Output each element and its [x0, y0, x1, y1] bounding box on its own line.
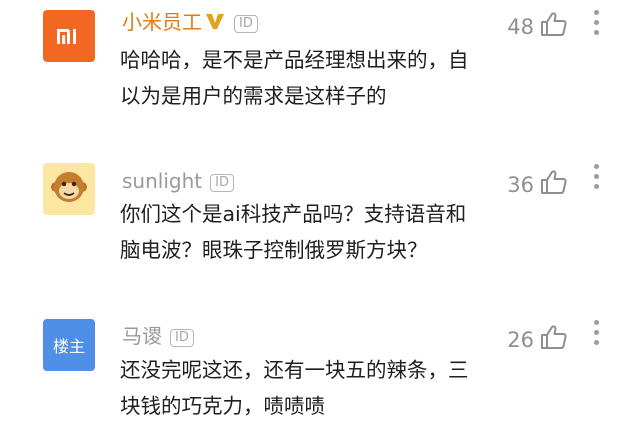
- thumbs-up-icon: [540, 324, 568, 356]
- username-text[interactable]: 小米员工: [122, 10, 202, 34]
- username-text[interactable]: sunlight: [122, 169, 202, 193]
- verified-v-icon: [204, 11, 226, 37]
- like-count: 48: [507, 15, 534, 39]
- username[interactable]: sunlight ID: [122, 168, 234, 194]
- like-button[interactable]: 48: [507, 11, 568, 43]
- thumbs-up-icon: [540, 11, 568, 43]
- more-options-icon[interactable]: [594, 10, 600, 35]
- xiaomi-logo-icon: [54, 25, 84, 47]
- like-count: 36: [507, 173, 534, 197]
- id-badge: ID: [210, 173, 234, 192]
- username-text[interactable]: 马谡: [122, 324, 162, 348]
- like-count: 26: [507, 328, 534, 352]
- avatar[interactable]: [43, 10, 95, 62]
- comment-text: 你们这个是ai科技产品吗？支持语音和 脑电波？眼珠子控制俄罗斯方块？: [120, 202, 467, 262]
- comment-text: 哈哈哈，是不是产品经理想出来的，自 以为是用户的需求是这样子的: [120, 48, 469, 108]
- more-options-icon[interactable]: [594, 320, 600, 345]
- username[interactable]: 小米员工 ID: [122, 9, 258, 37]
- thumbs-up-icon: [540, 169, 568, 201]
- username[interactable]: 马谡 ID: [122, 323, 194, 349]
- avatar[interactable]: 楼主: [43, 319, 95, 371]
- comment-text: 还没完呢这还，还有一块五的辣条，三 块钱的巧克力，啧啧啧: [120, 358, 469, 418]
- more-options-icon[interactable]: [594, 164, 600, 189]
- id-badge: ID: [234, 14, 258, 33]
- avatar[interactable]: [43, 163, 95, 215]
- id-badge: ID: [170, 328, 194, 347]
- host-label: 楼主: [52, 337, 85, 356]
- monkey-avatar-icon: [49, 167, 89, 211]
